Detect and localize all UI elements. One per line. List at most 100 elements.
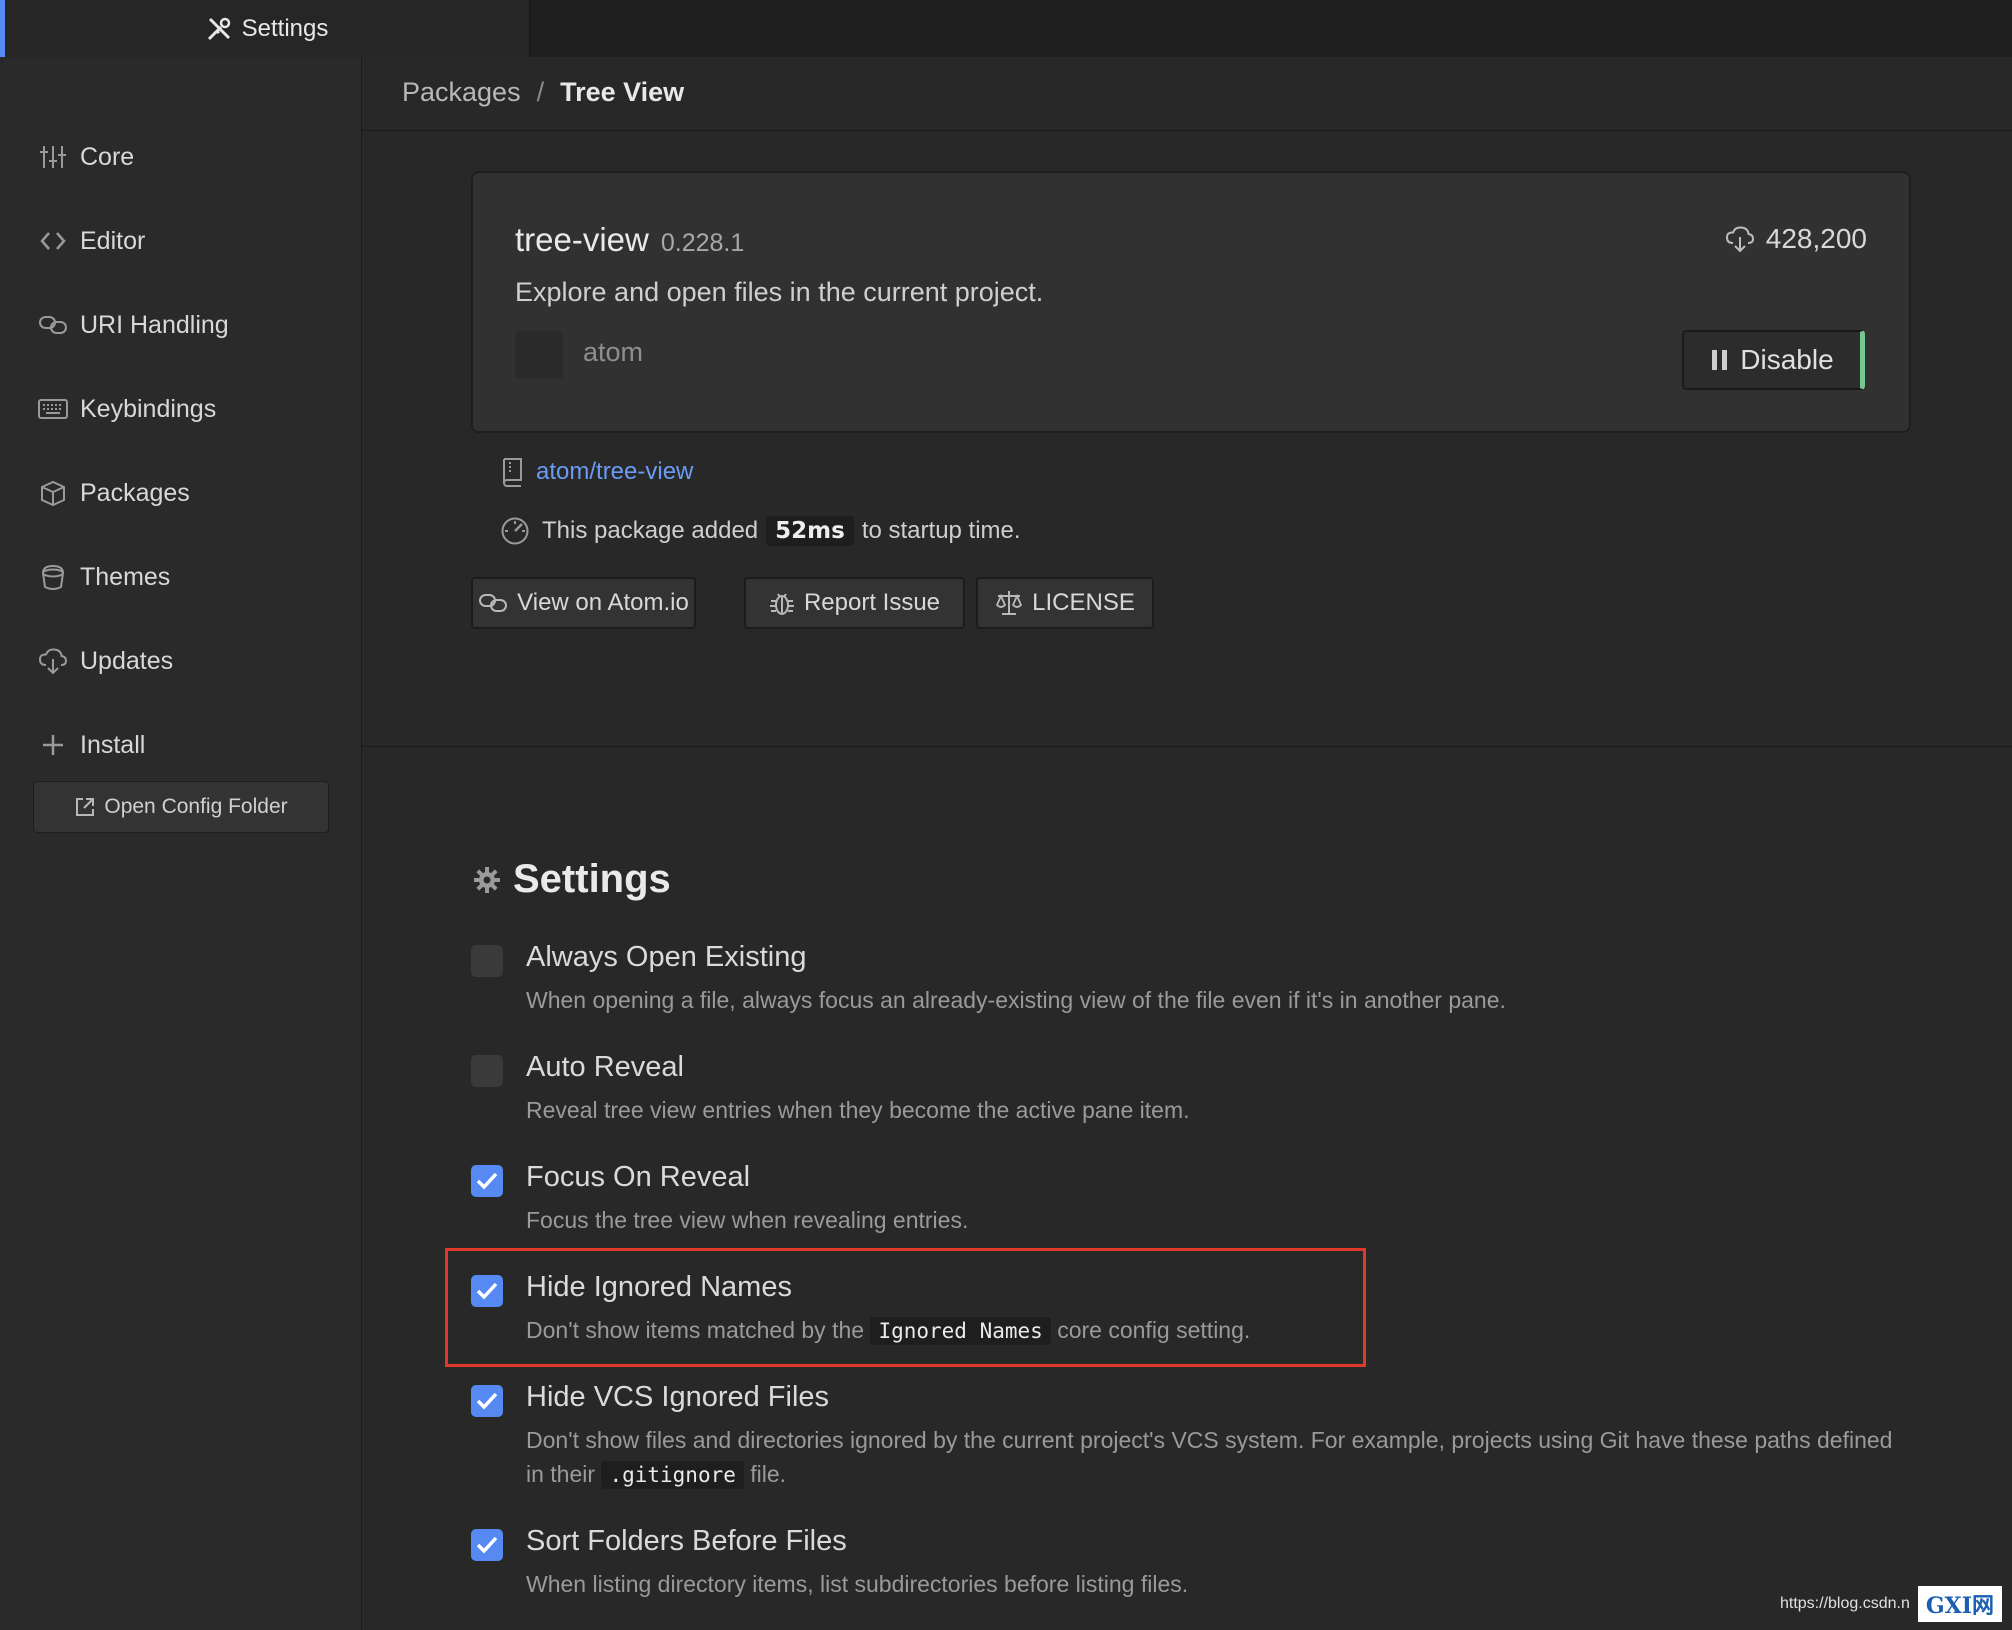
setting-auto-reveal: Auto Reveal Reveal tree view entries whe… <box>471 1051 1921 1131</box>
link-icon <box>38 310 68 340</box>
sidebar-item-uri-handling[interactable]: URI Handling <box>38 305 229 345</box>
cloud-download-icon <box>1725 226 1754 253</box>
setting-title: Auto Reveal <box>526 1051 684 1083</box>
package-name: tree-view <box>515 221 649 258</box>
dashboard-icon <box>501 517 529 545</box>
setting-title: Sort Folders Before Files <box>526 1525 847 1557</box>
view-on-atom-label: View on Atom.io <box>517 589 689 616</box>
law-icon <box>996 591 1023 615</box>
sidebar-item-label: Keybindings <box>80 394 217 423</box>
disable-label: Disable <box>1740 344 1834 375</box>
package-name-row: tree-view 0.228.1 <box>515 221 744 259</box>
setting-description: Focus the tree view when revealing entri… <box>526 1207 969 1233</box>
code-icon <box>38 226 68 256</box>
divider <box>362 746 2012 747</box>
sidebar-item-editor[interactable]: Editor <box>38 221 145 261</box>
settings-sidebar: Core Editor URI Handling Keybindings Pac… <box>0 57 362 1630</box>
disable-button[interactable]: Disable <box>1682 330 1865 390</box>
tab-settings[interactable]: Settings <box>0 0 530 57</box>
tab-bar: Settings <box>0 0 2012 58</box>
breadcrumb-current: Tree View <box>560 77 685 107</box>
setting-hide-vcs-ignored-files: Hide VCS Ignored Files Don't show files … <box>471 1381 1921 1491</box>
report-issue-button[interactable]: Report Issue <box>744 577 965 629</box>
paintcan-icon <box>38 562 68 592</box>
settings-title: Settings <box>513 857 671 901</box>
setting-sort-folders-before-files: Sort Folders Before Files When listing d… <box>471 1525 1921 1605</box>
sidebar-item-updates[interactable]: Updates <box>38 641 173 681</box>
sidebar-item-label: Install <box>80 730 146 759</box>
repo-icon <box>503 458 522 487</box>
startup-time-value: 52ms <box>766 516 854 546</box>
setting-title: Hide VCS Ignored Files <box>526 1381 830 1413</box>
package-version: 0.228.1 <box>660 229 745 257</box>
sidebar-item-label: URI Handling <box>80 310 229 339</box>
sidebar-item-label: Core <box>80 142 135 171</box>
view-on-atom-button[interactable]: View on Atom.io <box>471 577 696 629</box>
auto-reveal-checkbox[interactable] <box>471 1055 503 1087</box>
check-icon <box>476 1536 498 1554</box>
report-issue-label: Report Issue <box>803 589 941 616</box>
link-external-icon <box>76 798 95 816</box>
watermark: https://blog.csdn.n GXI网 <box>1780 1586 2002 1622</box>
always-open-existing-checkbox[interactable] <box>471 945 503 977</box>
watermark-logo: GXI网 <box>1917 1586 2002 1622</box>
setting-title: Always Open Existing <box>526 941 807 973</box>
tools-icon <box>207 17 230 40</box>
download-count-value: 428,200 <box>1765 223 1867 254</box>
package-author[interactable]: atom <box>583 337 643 368</box>
setting-title: Focus On Reveal <box>526 1161 751 1193</box>
pause-icon <box>1712 350 1728 370</box>
repo-link-row: atom/tree-view <box>500 457 693 487</box>
package-icon <box>38 478 68 508</box>
startup-time-row: This package added 52ms to startup time. <box>500 516 1021 546</box>
tab-title: Settings <box>241 14 329 42</box>
highlight-box <box>445 1248 1366 1367</box>
sidebar-item-label: Updates <box>80 646 174 675</box>
setting-description: When listing directory items, list subdi… <box>526 1571 1189 1597</box>
desc-text: file. <box>750 1461 787 1487</box>
download-count: 428,200 <box>1724 223 1867 255</box>
gear-icon <box>474 866 500 893</box>
sidebar-item-label: Editor <box>80 226 146 255</box>
breadcrumb: Packages / Tree View <box>402 77 684 108</box>
sort-folders-before-files-checkbox[interactable] <box>471 1529 503 1561</box>
license-label: LICENSE <box>1032 589 1135 616</box>
startup-suffix: to startup time. <box>861 517 1021 544</box>
check-icon <box>476 1392 498 1410</box>
link-icon <box>479 594 508 612</box>
desc-code: .gitignore <box>601 1461 744 1489</box>
sidebar-item-label: Packages <box>80 478 190 507</box>
settings-section-title: Settings <box>471 857 671 902</box>
open-config-label: Open Config Folder <box>104 795 288 818</box>
sidebar-item-install[interactable]: Install <box>38 725 145 765</box>
breadcrumb-packages-link[interactable]: Packages <box>402 77 521 107</box>
keyboard-icon <box>38 394 68 424</box>
sidebar-item-label: Themes <box>80 562 171 591</box>
setting-focus-on-reveal: Focus On Reveal Focus the tree view when… <box>471 1161 1921 1241</box>
setting-always-open-existing: Always Open Existing When opening a file… <box>471 941 1921 1021</box>
license-button[interactable]: LICENSE <box>976 577 1154 629</box>
sidebar-item-packages[interactable]: Packages <box>38 473 190 513</box>
focus-on-reveal-checkbox[interactable] <box>471 1165 503 1197</box>
package-card: tree-view 0.228.1 Explore and open files … <box>471 171 1911 433</box>
package-description: Explore and open files in the current pr… <box>515 277 1044 307</box>
setting-description: Don't show files and directories ignored… <box>526 1423 1916 1492</box>
sidebar-item-core[interactable]: Core <box>38 137 134 177</box>
sidebar-item-themes[interactable]: Themes <box>38 557 170 597</box>
watermark-url: https://blog.csdn.n <box>1779 1595 1910 1612</box>
divider <box>362 130 2012 131</box>
package-detail-panel: Packages / Tree View tree-view 0.228.1 Expl… <box>362 57 2012 1630</box>
avatar[interactable] <box>515 331 563 379</box>
cloud-download-icon <box>38 646 68 676</box>
sidebar-item-keybindings[interactable]: Keybindings <box>38 389 216 429</box>
setting-description: When opening a file, always focus an alr… <box>526 987 1506 1013</box>
check-icon <box>476 1172 498 1190</box>
bug-icon <box>769 593 794 615</box>
plus-icon <box>38 730 68 760</box>
breadcrumb-separator: / <box>536 77 545 107</box>
hide-vcs-ignored-files-checkbox[interactable] <box>471 1385 503 1417</box>
open-config-folder-button[interactable]: Open Config Folder <box>33 781 329 833</box>
setting-description: Reveal tree view entries when they becom… <box>526 1097 1190 1123</box>
startup-prefix: This package added <box>542 517 759 544</box>
repo-link[interactable]: atom/tree-view <box>536 458 693 486</box>
